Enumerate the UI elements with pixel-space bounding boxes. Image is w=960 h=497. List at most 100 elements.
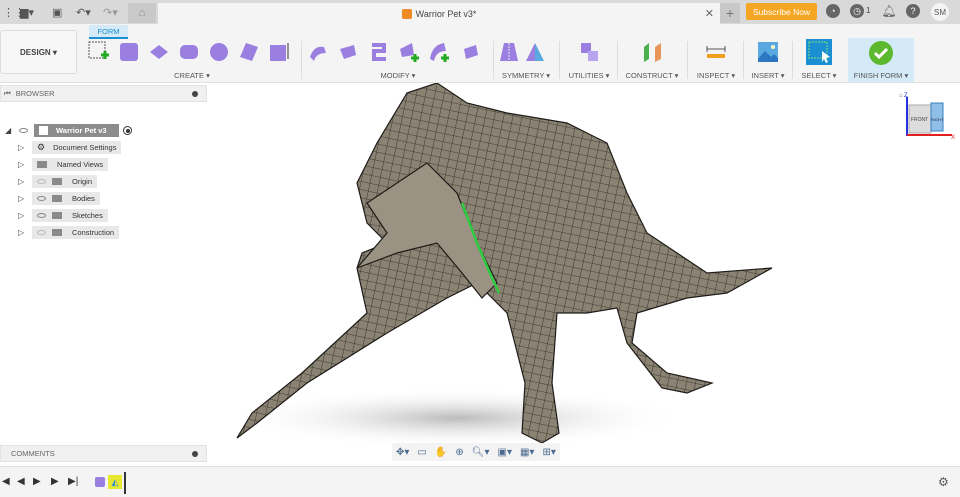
extrude-icon[interactable]: [268, 41, 290, 63]
browser-panel: ⏮ BROWSER ◢ Warrior Pet v3 ▷ ⚙ Document Set…: [0, 85, 207, 242]
browser-header[interactable]: ⏮ BROWSER: [0, 85, 207, 102]
go-to-start-icon[interactable]: ◀: [2, 476, 10, 487]
browser-root[interactable]: ◢ Warrior Pet v3: [5, 124, 132, 137]
finish-form-button[interactable]: FINISH FORM ▾: [848, 38, 914, 82]
step-forward-icon[interactable]: ▶: [51, 476, 59, 487]
browser-item-bodies[interactable]: ▷ Bodies: [18, 192, 100, 205]
timeline-settings-gear-icon[interactable]: ⚙: [938, 475, 949, 489]
checkmark-icon: [869, 41, 893, 65]
tab-form[interactable]: FORM: [89, 25, 128, 39]
add-comment-icon[interactable]: [192, 451, 198, 457]
extensions-icon[interactable]: ◔: [826, 4, 840, 18]
workspace-switcher[interactable]: DESIGN ▾: [0, 30, 77, 74]
visibility-eye-icon[interactable]: [37, 213, 46, 218]
inspect-menu[interactable]: INSPECT ▾: [692, 71, 740, 80]
top-bar: ⋮⋮ ▆▾ ▣ ↶▾ ↷▾ ⌂ Warrior Pet v3* ✕ + Subs…: [0, 0, 960, 24]
bridge-icon[interactable]: [458, 41, 480, 63]
help-icon[interactable]: ?: [906, 4, 920, 18]
close-tab-icon[interactable]: ✕: [705, 7, 714, 20]
convert-icon[interactable]: [578, 41, 600, 63]
cylinder-icon[interactable]: [178, 41, 200, 63]
save-icon[interactable]: ▣: [52, 4, 62, 20]
insert-edge-icon[interactable]: [338, 41, 360, 63]
3d-viewport[interactable]: ⌂ FRONT RIGHT Z X: [207, 83, 960, 463]
job-count: 1: [866, 6, 871, 15]
sphere-icon[interactable]: [208, 41, 230, 63]
quadball-icon[interactable]: [238, 41, 260, 63]
construct-plane-icon[interactable]: [641, 41, 663, 63]
viewcube-front-label: FRONT: [911, 117, 928, 123]
measure-icon[interactable]: [705, 41, 727, 63]
redo-icon[interactable]: ↷▾: [103, 4, 118, 20]
symmetry-menu[interactable]: SYMMETRY ▾: [498, 71, 554, 80]
visibility-eye-icon[interactable]: [19, 128, 28, 133]
undo-icon[interactable]: ↶▾: [76, 4, 91, 20]
go-to-end-icon[interactable]: ▶|: [68, 476, 78, 487]
mirror-internal-icon[interactable]: [498, 41, 520, 63]
create-menu[interactable]: CREATE ▾: [88, 71, 296, 80]
viewcube[interactable]: ⌂ FRONT RIGHT Z X: [899, 93, 955, 141]
comments-header[interactable]: COMMENTS: [0, 445, 207, 462]
navigation-bar: ✥▾ ▭ ✋ ⊕ 🔍︎▾ ▣▾ ▦▾ ⊞▾: [392, 443, 560, 461]
new-tab-button[interactable]: +: [720, 3, 740, 23]
panel-options-icon[interactable]: [192, 91, 198, 97]
subscribe-button[interactable]: Subscribe Now: [746, 3, 817, 20]
hidden-eye-icon[interactable]: [37, 230, 46, 235]
play-icon[interactable]: ▶: [33, 476, 41, 487]
comments-title: COMMENTS: [11, 449, 55, 458]
file-menu-icon[interactable]: ▆▾: [20, 4, 34, 20]
create-sketch-form-icon[interactable]: [88, 41, 110, 63]
job-status-icon[interactable]: ◷: [850, 4, 864, 18]
collapse-panel-icon[interactable]: ⏮: [4, 89, 11, 99]
browser-title: BROWSER: [15, 89, 55, 98]
construct-menu[interactable]: CONSTRUCT ▾: [622, 71, 682, 80]
browser-item-named-views[interactable]: ▷ Named Views: [18, 158, 109, 171]
insert-image-icon[interactable]: [757, 41, 779, 63]
insert-menu[interactable]: INSERT ▾: [748, 71, 788, 80]
activate-radio[interactable]: [123, 126, 132, 135]
user-avatar[interactable]: SM: [931, 3, 949, 21]
merge-edge-icon[interactable]: [428, 41, 450, 63]
step-back-icon[interactable]: ◀: [17, 476, 25, 487]
pan-icon[interactable]: ✋: [435, 447, 447, 458]
fit-icon[interactable]: 🔍︎▾: [472, 447, 490, 458]
folder-icon: [52, 178, 62, 185]
timeline-marker[interactable]: [124, 472, 126, 494]
folder-icon: [37, 161, 47, 168]
circular-internal-icon[interactable]: [524, 41, 546, 63]
plane-icon[interactable]: [148, 41, 170, 63]
box-icon[interactable]: [118, 41, 140, 63]
comments-panel: COMMENTS: [0, 445, 207, 462]
insert-group: INSERT ▾: [748, 38, 788, 82]
timeline: ◀ ◀ ▶ ▶ ▶| ◭ ⚙: [0, 466, 960, 497]
modify-menu[interactable]: MODIFY ▾: [308, 71, 488, 80]
viewports-icon[interactable]: ⊞▾: [542, 447, 555, 458]
zoom-window-icon[interactable]: ⊕: [455, 447, 463, 458]
browser-item-construction[interactable]: ▷ Construction: [18, 226, 120, 239]
workspace-label: DESIGN: [20, 47, 51, 57]
insert-point-icon[interactable]: [398, 41, 420, 63]
home-tab[interactable]: ⌂: [128, 3, 156, 23]
subdivide-icon[interactable]: [368, 41, 390, 63]
expand-triangle-icon[interactable]: ◢: [5, 126, 13, 135]
document-tab[interactable]: Warrior Pet v3* ✕: [158, 3, 720, 24]
form-feature-icon[interactable]: [95, 477, 105, 487]
utilities-menu[interactable]: UTILITIES ▾: [564, 71, 614, 80]
grid-icon[interactable]: ▦▾: [520, 447, 534, 458]
browser-item-sketches[interactable]: ▷ Sketches: [18, 209, 108, 222]
select-menu[interactable]: SELECT ▾: [797, 71, 841, 80]
edit-form-icon[interactable]: [308, 41, 330, 63]
construct-group: CONSTRUCT ▾: [622, 38, 682, 82]
folder-icon: [52, 229, 62, 236]
hidden-eye-icon[interactable]: [37, 179, 46, 184]
symmetry-feature-icon[interactable]: ◭: [108, 475, 122, 489]
display-settings-icon[interactable]: ▣▾: [498, 447, 512, 458]
notifications-icon[interactable]: 🔔︎: [881, 4, 896, 18]
browser-item-document-settings[interactable]: ▷ ⚙ Document Settings: [18, 141, 122, 154]
browser-item-origin[interactable]: ▷ Origin: [18, 175, 98, 188]
folder-icon: [52, 195, 62, 202]
select-icon[interactable]: [806, 39, 832, 65]
visibility-eye-icon[interactable]: [37, 196, 46, 201]
orbit-icon[interactable]: ✥▾: [396, 447, 409, 458]
look-at-icon[interactable]: ▭: [417, 447, 426, 458]
